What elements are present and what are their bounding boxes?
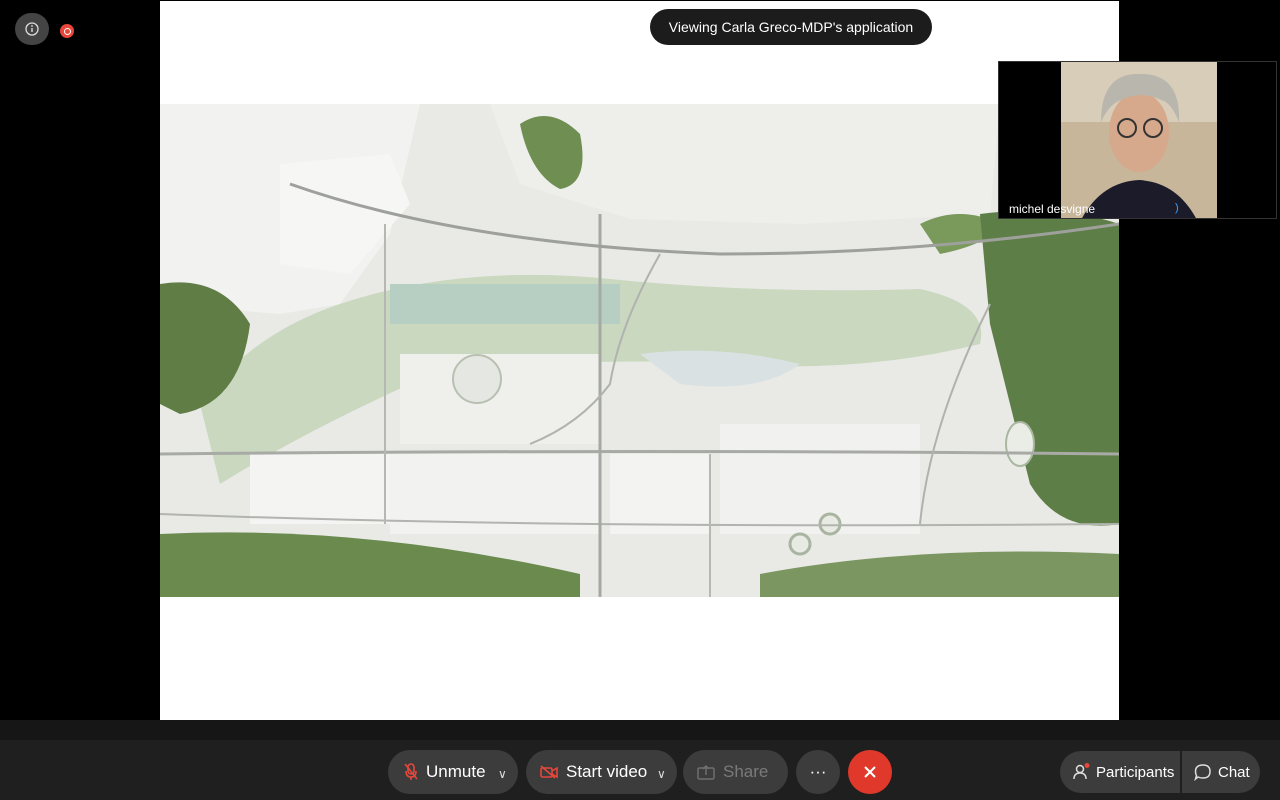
close-icon xyxy=(864,766,876,778)
info-icon xyxy=(25,22,39,36)
participant-name: michel desvigne xyxy=(1009,202,1096,216)
leave-meeting-button[interactable] xyxy=(848,750,892,794)
participants-label: Participants xyxy=(1096,763,1175,781)
more-options-button[interactable]: ··· xyxy=(796,750,840,794)
share-label: Share xyxy=(723,762,769,781)
more-icon: ··· xyxy=(809,762,827,781)
chevron-down-icon[interactable]: ∨ xyxy=(657,767,666,781)
participants-button[interactable]: Participants xyxy=(1060,751,1180,793)
start-video-label: Start video xyxy=(566,762,648,781)
chat-icon xyxy=(1194,764,1211,781)
audio-level-icon: ) xyxy=(1175,202,1179,214)
recording-icon xyxy=(60,24,74,38)
unmute-label: Unmute xyxy=(426,762,486,781)
shared-screen: Viewing Carla Greco-MDP's application xyxy=(160,1,1119,720)
chevron-down-icon[interactable]: ∨ xyxy=(498,767,507,781)
toolbar-divider xyxy=(0,720,1280,740)
start-video-button[interactable]: Start video ∨ xyxy=(526,750,677,794)
muted-microphone-icon xyxy=(404,763,418,780)
meeting-toolbar: Unmute ∨ Start video ∨ Share ··· Partici… xyxy=(0,740,1280,800)
participant-video xyxy=(1061,62,1217,218)
chat-button[interactable]: Chat xyxy=(1182,751,1260,793)
participants-icon xyxy=(1073,763,1090,780)
unmute-button[interactable]: Unmute ∨ xyxy=(388,750,518,794)
meeting-info-button[interactable] xyxy=(15,13,49,45)
sharing-banner: Viewing Carla Greco-MDP's application xyxy=(650,9,932,45)
share-button[interactable]: Share xyxy=(683,750,788,794)
site-plan-image xyxy=(160,104,1119,597)
notification-dot xyxy=(1084,763,1090,768)
speaker-video-tile[interactable]: michel desvigne ) xyxy=(998,61,1277,219)
video-off-icon xyxy=(540,765,558,779)
chat-label: Chat xyxy=(1218,763,1250,781)
share-icon xyxy=(697,764,715,780)
